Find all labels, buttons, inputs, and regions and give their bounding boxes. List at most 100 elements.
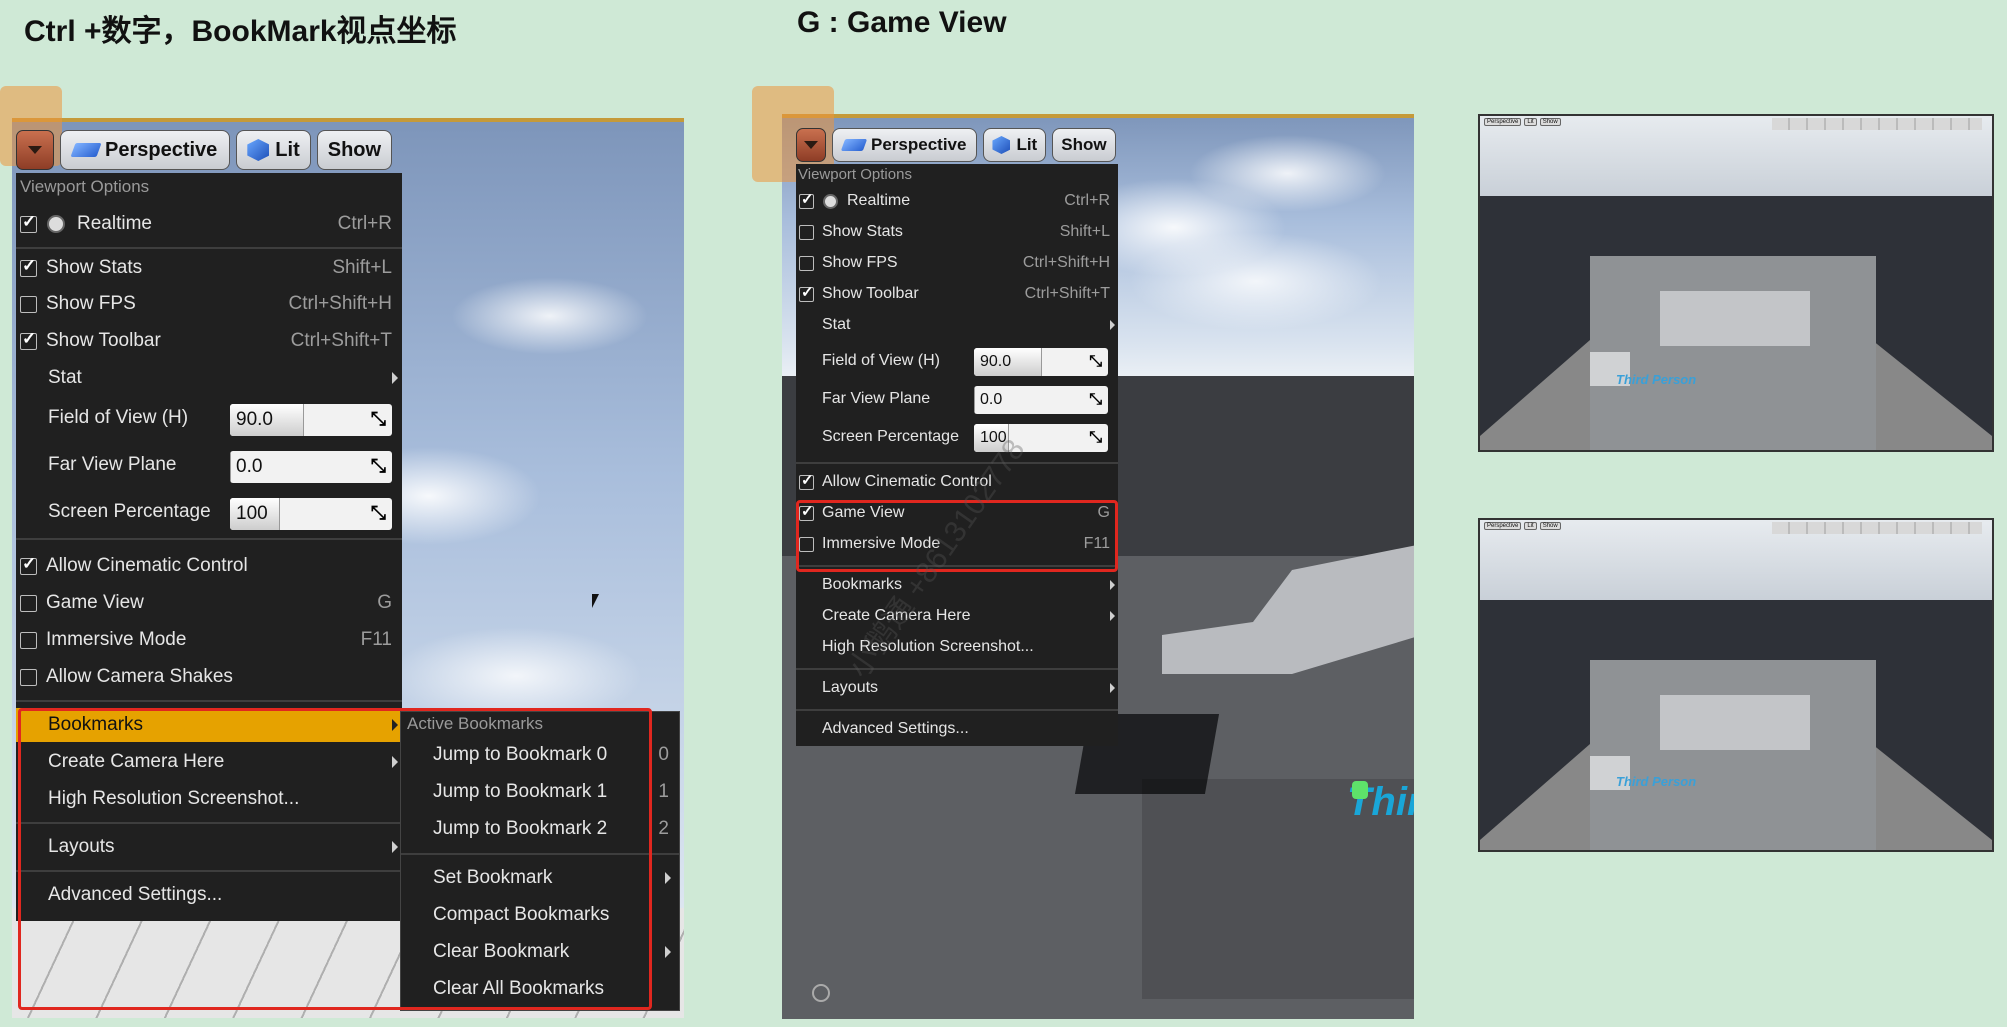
axis-indicator-icon — [812, 984, 830, 1002]
spinner-arrows-icon: ⤡ — [370, 409, 386, 430]
thumbnail-right-wall — [1872, 600, 1992, 840]
show-fps-checkbox[interactable] — [20, 295, 37, 313]
menu-item-label: Far View Plane — [48, 454, 177, 475]
menu-item-show-stats[interactable]: Show Stats Shift+L — [796, 217, 1118, 247]
menu-item-show-toolbar[interactable]: Show Toolbar Ctrl+Shift+T — [16, 324, 402, 358]
show-toolbar-checkbox[interactable] — [799, 283, 814, 302]
menu-item-shortcut: Ctrl+Shift+H — [288, 293, 392, 314]
submenu-arrow-icon — [1110, 683, 1115, 693]
thumbnail-transform-toolbar — [1772, 118, 1982, 130]
perspective-label: Perspective — [871, 135, 967, 154]
menu-item-label: Screen Percentage — [822, 428, 959, 445]
immersive-checkbox[interactable] — [20, 631, 37, 649]
screen-percentage-input[interactable]: 100 ⤡ — [230, 498, 392, 530]
menu-item-bookmarks[interactable]: Bookmarks — [796, 570, 1118, 600]
fov-input[interactable]: 90.0 ⤡ — [974, 348, 1108, 376]
menu-item-game-view[interactable]: Game View G — [16, 586, 402, 620]
thumbnail-toolbar: Perspective Lit Show — [1484, 118, 1561, 126]
cinematic-checkbox[interactable] — [799, 471, 814, 490]
menu-separator — [796, 709, 1118, 711]
thumbnail-game-view: Perspective Lit Show Third Person — [1478, 518, 1994, 852]
spinner-arrows-icon: ⤡ — [370, 503, 386, 524]
perspective-icon — [840, 139, 868, 151]
menu-item-shortcut: Ctrl+Shift+T — [1024, 285, 1110, 302]
thumbnail-show-label: Show — [1539, 118, 1561, 126]
thumbnail-show-label: Show — [1539, 522, 1561, 530]
spinner-arrows-icon: ⤡ — [1089, 353, 1102, 370]
left-viewport-border — [12, 118, 684, 122]
menu-item-layouts[interactable]: Layouts — [796, 673, 1118, 703]
show-button[interactable]: Show — [1052, 128, 1116, 162]
submenu-arrow-icon — [665, 872, 671, 884]
thumbnail-perspective-label: Perspective — [1484, 118, 1522, 126]
fov-input[interactable]: 90.0 ⤡ — [230, 404, 392, 436]
menu-separator — [796, 668, 1118, 670]
menu-separator — [16, 538, 402, 540]
perspective-button[interactable]: Perspective — [60, 130, 231, 170]
mouse-cursor-icon — [592, 594, 599, 608]
menu-item-show-stats[interactable]: Show Stats Shift+L — [16, 251, 402, 285]
show-toolbar-checkbox[interactable] — [20, 329, 37, 350]
cinematic-checkbox[interactable] — [20, 554, 37, 575]
menu-item-stat[interactable]: Stat — [796, 310, 1118, 340]
middle-viewport-toolbar: Perspective Lit Show — [796, 128, 1116, 162]
thumbnail-third-person-label: Third Person — [1616, 372, 1697, 387]
menu-item-label: Stat — [822, 316, 851, 333]
menu-item-realtime[interactable]: Realtime Ctrl+R — [796, 186, 1118, 216]
game-view-checkbox[interactable] — [20, 594, 37, 612]
lit-button[interactable]: Lit — [983, 128, 1047, 162]
ramp-shape — [1162, 544, 1414, 674]
show-stats-checkbox[interactable] — [799, 224, 814, 240]
menu-item-label: Far View Plane — [822, 390, 931, 407]
camera-shakes-checkbox[interactable] — [20, 668, 37, 686]
show-button[interactable]: Show — [316, 130, 393, 170]
menu-item-label: Show Toolbar — [46, 330, 161, 351]
menu-item-realtime[interactable]: Realtime Ctrl+R — [16, 207, 402, 241]
thumbnail-transform-toolbar — [1772, 522, 1982, 534]
menu-item-label: Screen Percentage — [48, 501, 211, 522]
thumbnail-left-wall — [1480, 600, 1590, 840]
menu-item-shortcut: Ctrl+R — [337, 213, 392, 234]
menu-item-show-fps[interactable]: Show FPS Ctrl+Shift+H — [16, 287, 402, 321]
fov-value: 90.0 — [236, 409, 273, 430]
perspective-button[interactable]: Perspective — [832, 128, 978, 162]
cube-icon — [992, 136, 1011, 154]
realtime-checkbox[interactable] — [799, 190, 814, 209]
menu-item-label: Show Stats — [46, 257, 143, 278]
menu-item-show-toolbar[interactable]: Show Toolbar Ctrl+Shift+T — [796, 279, 1118, 309]
menu-item-immersive-mode[interactable]: Immersive Mode F11 — [16, 623, 402, 657]
red-annotation-box — [18, 708, 652, 1010]
viewport-options-button[interactable] — [796, 128, 826, 162]
lit-label: Lit — [1016, 135, 1038, 154]
thumbnail-lit-label: Lit — [1524, 522, 1537, 530]
menu-separator — [16, 700, 402, 702]
menu-item-shortcut: 2 — [658, 818, 669, 839]
screen-percentage-value: 100 — [236, 503, 268, 524]
show-stats-checkbox[interactable] — [20, 256, 37, 277]
thumbnail-editor-view: Perspective Lit Show Third Person — [1478, 114, 1994, 452]
far-view-input[interactable]: 0.0 ⤡ — [974, 386, 1108, 414]
far-view-input[interactable]: 0.0 ⤡ — [230, 451, 392, 483]
menu-item-create-camera-here[interactable]: Create Camera Here — [796, 601, 1118, 631]
lit-label: Lit — [275, 138, 300, 161]
menu-item-label: Game View — [46, 592, 144, 613]
menu-item-show-fps[interactable]: Show FPS Ctrl+Shift+H — [796, 248, 1118, 278]
viewport-options-button[interactable] — [16, 130, 54, 170]
lit-button[interactable]: Lit — [236, 130, 311, 170]
submenu-arrow-icon — [665, 946, 671, 958]
menu-item-shortcut: 0 — [658, 744, 669, 765]
menu-section-title: Viewport Options — [20, 177, 150, 196]
realtime-checkbox[interactable] — [20, 212, 37, 233]
left-heading: Ctrl +数字，BookMark视点坐标 — [24, 15, 457, 48]
menu-item-label: Field of View (H) — [822, 352, 940, 369]
menu-section-title: Viewport Options — [798, 166, 912, 183]
menu-item-label: Show FPS — [822, 254, 898, 271]
menu-item-label: Show Stats — [822, 223, 903, 240]
menu-item-stat[interactable]: Stat — [16, 361, 402, 395]
menu-item-allow-cinematic-control[interactable]: Allow Cinematic Control — [16, 549, 402, 583]
menu-item-label: Field of View (H) — [48, 407, 189, 428]
show-fps-checkbox[interactable] — [799, 255, 814, 271]
menu-item-advanced-settings[interactable]: Advanced Settings... — [796, 714, 1118, 744]
menu-item-allow-camera-shakes[interactable]: Allow Camera Shakes — [16, 660, 402, 694]
menu-item-label: Allow Camera Shakes — [46, 666, 233, 687]
